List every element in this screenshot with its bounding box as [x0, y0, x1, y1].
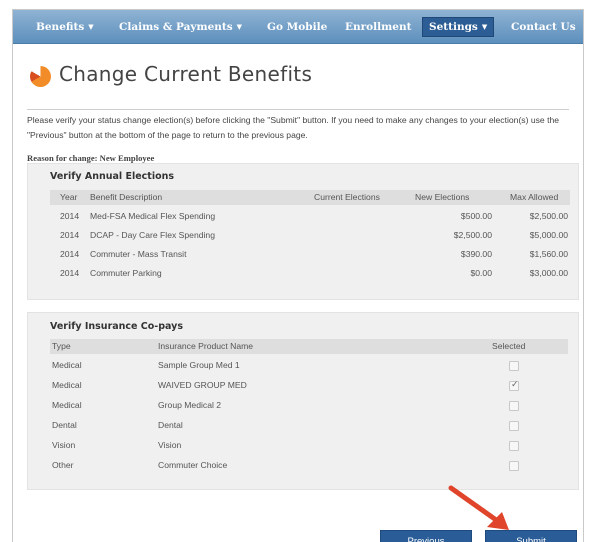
reason-for-change: Reason for change: New Employee: [27, 153, 154, 163]
cell-max: $3,000.00: [529, 268, 568, 278]
nav-contact-us[interactable]: Contact Us: [511, 18, 576, 37]
col-current-elections: Current Elections: [314, 192, 380, 202]
selected-checkbox[interactable]: [509, 441, 519, 451]
nav-benefits[interactable]: Benefits ▼: [36, 18, 94, 37]
cell-description: Med-FSA Medical Flex Spending: [90, 211, 216, 221]
insurance-copays-panel: Verify Insurance Co-pays Type Insurance …: [27, 312, 579, 490]
table-row: Vision Vision: [50, 436, 568, 455]
cell-max: $5,000.00: [529, 230, 568, 240]
cell-product: Commuter Choice: [158, 460, 228, 470]
cell-max: $1,560.00: [529, 249, 568, 259]
nav-go-mobile[interactable]: Go Mobile: [267, 18, 327, 37]
cell-type: Other: [52, 460, 74, 470]
cell-description: DCAP - Day Care Flex Spending: [90, 230, 215, 240]
cell-type: Medical: [52, 360, 82, 370]
table-row: Dental Dental: [50, 416, 568, 435]
checkmark-icon: ✓: [511, 379, 519, 389]
nav-claims-payments[interactable]: Claims & Payments ▼: [119, 18, 242, 37]
cell-year: 2014: [60, 249, 80, 259]
table-row: Medical WAIVED GROUP MED ✓: [50, 376, 568, 395]
nav-label: Enrollment: [345, 21, 412, 33]
table-row: 2014 Commuter Parking $0.00 $3,000.00: [50, 264, 570, 283]
table-row: Medical Sample Group Med 1: [50, 356, 568, 375]
cell-new: $2,500.00: [453, 230, 492, 240]
selected-checkbox[interactable]: [509, 401, 519, 411]
chevron-down-icon: ▼: [88, 22, 94, 31]
table-row: 2014 Med-FSA Medical Flex Spending $500.…: [50, 207, 570, 226]
table-row: Medical Group Medical 2: [50, 396, 568, 415]
previous-button[interactable]: Previous: [380, 530, 472, 542]
cell-year: 2014: [60, 268, 80, 278]
reason-value: New Employee: [99, 153, 155, 163]
nav-label: Contact Us: [511, 21, 576, 33]
reason-label: Reason for change:: [27, 153, 98, 163]
submit-button[interactable]: Submit: [485, 530, 577, 542]
instructions-text: Please verify your status change electio…: [27, 115, 560, 140]
cell-new: $0.00: [470, 268, 492, 278]
col-new-elections: New Elections: [415, 192, 470, 202]
nav-label: Go Mobile: [267, 21, 328, 33]
nav-label: Claims & Payments: [119, 21, 233, 33]
nav-settings[interactable]: Settings ▼: [422, 17, 495, 37]
col-selected: Selected: [492, 341, 526, 351]
cell-product: Sample Group Med 1: [158, 360, 240, 370]
arrow-shaft: [448, 485, 502, 525]
cell-year: 2014: [60, 211, 80, 221]
chevron-down-icon: ▼: [236, 22, 243, 31]
page-title: Change Current Benefits: [59, 62, 313, 86]
top-nav: Benefits ▼ Claims & Payments ▼ Go Mobile E…: [13, 10, 583, 44]
pie-logo-icon: [30, 66, 51, 87]
red-arrow-icon: [448, 485, 509, 530]
annual-elections-panel: Verify Annual Elections Year Benefit Des…: [27, 163, 579, 300]
cell-new: $500.00: [460, 211, 492, 221]
nav-label: Benefits: [36, 21, 85, 33]
cell-description: Commuter Parking: [90, 268, 162, 278]
table-row: Other Commuter Choice: [50, 456, 568, 475]
col-max-allowed: Max Allowed: [510, 192, 559, 202]
annual-elections-header: Year Benefit Description Current Electio…: [50, 190, 570, 205]
cell-type: Dental: [52, 420, 77, 430]
cell-product: WAIVED GROUP MED: [158, 380, 247, 390]
col-product-name: Insurance Product Name: [158, 341, 254, 351]
chevron-down-icon: ▼: [481, 22, 488, 31]
annual-elections-title: Verify Annual Elections: [50, 171, 175, 182]
cell-product: Group Medical 2: [158, 400, 222, 410]
table-row: 2014 DCAP - Day Care Flex Spending $2,50…: [50, 226, 570, 245]
cell-year: 2014: [60, 230, 80, 240]
selected-checkbox[interactable]: ✓: [509, 379, 519, 391]
cell-new: $390.00: [460, 249, 492, 259]
selected-checkbox[interactable]: [509, 361, 519, 371]
cell-type: Medical: [52, 400, 82, 410]
cell-description: Commuter - Mass Transit: [90, 249, 187, 259]
insurance-header: Type Insurance Product Name Selected: [50, 339, 568, 354]
col-type: Type: [52, 341, 71, 351]
nav-enrollment[interactable]: Enrollment: [345, 18, 411, 37]
insurance-copays-title: Verify Insurance Co-pays: [50, 321, 184, 332]
col-year: Year: [60, 192, 78, 202]
divider: [27, 109, 569, 110]
nav-label: Settings: [429, 21, 478, 33]
col-benefit-description: Benefit Description: [90, 192, 163, 202]
table-row: 2014 Commuter - Mass Transit $390.00 $1,…: [50, 245, 570, 264]
cell-product: Dental: [158, 420, 183, 430]
cell-product: Vision: [158, 440, 182, 450]
selected-checkbox[interactable]: [509, 421, 519, 431]
cell-type: Medical: [52, 380, 82, 390]
cell-max: $2,500.00: [529, 211, 568, 221]
app-frame: Benefits ▼ Claims & Payments ▼ Go Mobile E…: [12, 9, 584, 542]
cell-type: Vision: [52, 440, 76, 450]
selected-checkbox[interactable]: [509, 461, 519, 471]
